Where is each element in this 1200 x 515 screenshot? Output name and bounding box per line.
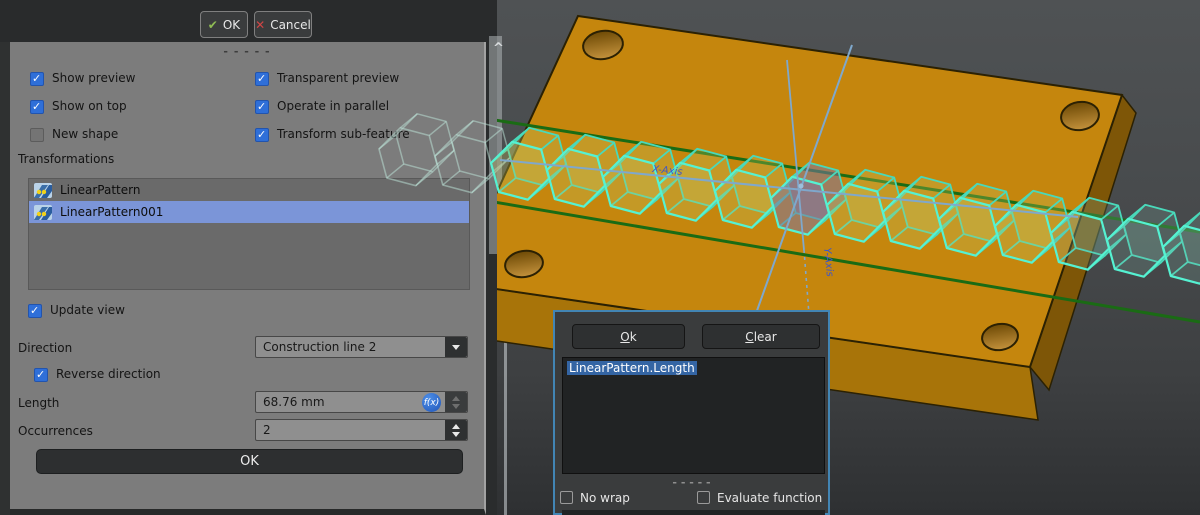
task-cancel-label: Cancel [270, 18, 311, 32]
length-spinner[interactable] [445, 392, 467, 412]
cancel-x-icon: ✕ [255, 18, 265, 32]
panel-scrollbar[interactable] [489, 36, 502, 254]
occurrences-label: Occurrences [18, 424, 93, 438]
spin-down-icon [452, 404, 460, 409]
transformations-heading: Transformations [18, 152, 114, 166]
label-new-shape: New shape [52, 127, 118, 141]
checkbox-evaluate-function[interactable] [697, 491, 710, 504]
list-item-linearpattern001[interactable]: LinearPattern001 [29, 201, 469, 223]
checkbox-no-wrap[interactable] [560, 491, 573, 504]
scrollbar-track-line [504, 250, 507, 515]
direction-value: Construction line 2 [263, 340, 376, 354]
expression-clear-button[interactable]: Clear [702, 324, 820, 349]
label-no-wrap: No wrap [580, 491, 630, 505]
occurrences-input[interactable]: 2 [255, 419, 468, 441]
list-item-label: LinearPattern001 [60, 205, 163, 219]
spin-up-icon [452, 424, 460, 429]
label-update-view: Update view [50, 303, 125, 317]
label-evaluate-function: Evaluate function [717, 491, 822, 505]
accept-icon: ✔ [208, 18, 218, 32]
expression-textarea[interactable]: LinearPattern.Length [562, 357, 825, 474]
transformed-feature-task-panel: - - - - - Show preview Transparent previ… [10, 42, 486, 515]
checkbox-transparent-preview[interactable] [255, 72, 269, 86]
occurrences-spinner[interactable] [445, 420, 467, 440]
checkbox-show-on-top[interactable] [30, 100, 44, 114]
panel-ok-label: OK [240, 454, 259, 469]
expression-fx-icon[interactable]: f(x) [422, 393, 441, 412]
task-ok-label: OK [223, 18, 240, 32]
direction-label: Direction [18, 341, 72, 355]
expression-ok-label: Ok [620, 330, 636, 344]
chevron-down-icon [452, 345, 460, 350]
panel-left-margin [0, 42, 10, 515]
expression-clear-label: Clear [745, 330, 776, 344]
expression-editor-dialog: Ok Clear LinearPattern.Length - - - - - … [553, 310, 830, 515]
spin-down-icon [452, 432, 460, 437]
checkbox-operate-in-parallel[interactable] [255, 100, 269, 114]
combobox-dropdown-button[interactable] [445, 337, 467, 357]
label-operate-in-parallel: Operate in parallel [277, 99, 389, 113]
transformations-list: LinearPattern LinearPattern001 [28, 178, 470, 290]
panel-drag-handle[interactable]: - - - - - [10, 45, 484, 58]
task-cancel-button[interactable]: ✕ Cancel [254, 11, 312, 38]
length-label: Length [18, 396, 59, 410]
linear-pattern-icon [34, 183, 52, 198]
task-ok-button[interactable]: ✔ OK [200, 11, 248, 38]
checkbox-update-view[interactable] [28, 304, 42, 318]
expression-text-selected: LinearPattern.Length [567, 361, 697, 375]
spin-up-icon [452, 396, 460, 401]
length-input[interactable]: 68.76 mm f(x) [255, 391, 468, 413]
list-item-linearpattern[interactable]: LinearPattern [29, 179, 469, 201]
label-show-on-top: Show on top [52, 99, 127, 113]
direction-combobox[interactable]: Construction line 2 [255, 336, 468, 358]
checkbox-show-preview[interactable] [30, 72, 44, 86]
checkbox-transform-subfeature[interactable] [255, 128, 269, 142]
occurrences-value: 2 [263, 423, 271, 437]
label-show-preview: Show preview [52, 71, 136, 85]
length-value: 68.76 mm [263, 395, 325, 409]
panel-ok-button[interactable]: OK [36, 449, 463, 474]
checkbox-reverse-direction[interactable] [34, 368, 48, 382]
scroll-up-icon[interactable]: ^ [493, 41, 504, 56]
label-transparent-preview: Transparent preview [277, 71, 399, 85]
dialog-drag-handle[interactable]: - - - - - [555, 476, 828, 489]
checkbox-new-shape[interactable] [30, 128, 44, 142]
label-transform-subfeature: Transform sub-feature [277, 127, 410, 141]
label-reverse-direction: Reverse direction [56, 367, 161, 381]
linear-pattern-icon [34, 205, 52, 220]
fx-icon-label: f(x) [424, 398, 440, 408]
expression-ok-button[interactable]: Ok [572, 324, 685, 349]
result-field-cutoff [562, 510, 825, 515]
list-item-label: LinearPattern [60, 183, 140, 197]
taskdialog-header-bar [0, 0, 497, 42]
